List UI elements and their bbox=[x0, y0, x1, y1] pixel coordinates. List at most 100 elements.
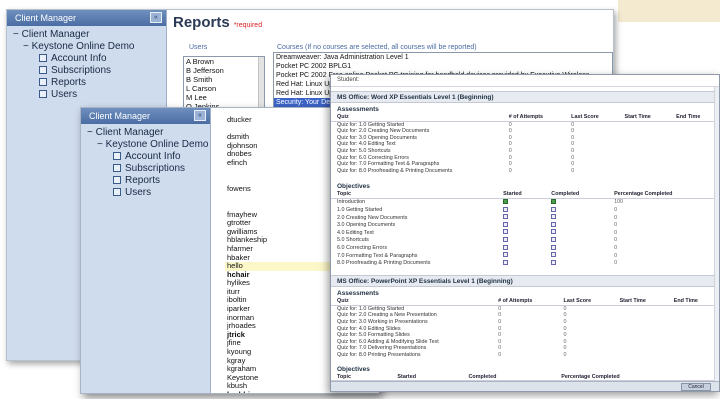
attempts-cell: 0 bbox=[508, 167, 512, 174]
column-header: Last Score bbox=[565, 114, 619, 122]
report-scrollbar[interactable] bbox=[714, 87, 719, 381]
table-row: Quiz for: 5.0 Formatting Slides 0 0 bbox=[331, 332, 719, 339]
tree-root-2[interactable]: − Client Manager bbox=[87, 127, 210, 139]
cancel-button[interactable]: Cancel bbox=[681, 383, 711, 391]
end-cell bbox=[670, 135, 719, 142]
start-cell bbox=[619, 155, 671, 162]
tree-item-subscriptions-2[interactable]: Subscriptions bbox=[87, 163, 210, 175]
end-cell bbox=[670, 128, 719, 135]
score-cell: 0 bbox=[563, 345, 567, 352]
user-option[interactable]: A Brown bbox=[184, 57, 264, 66]
start-cell bbox=[614, 319, 668, 326]
user-option[interactable]: B Jefferson bbox=[184, 66, 264, 75]
completed-cell bbox=[545, 214, 608, 222]
topic-cell: 4.0 Editing Text bbox=[337, 229, 374, 236]
start-cell bbox=[614, 352, 668, 359]
tree-item-account-info[interactable]: Account Info bbox=[13, 53, 166, 65]
user-option[interactable]: M Lee bbox=[184, 93, 264, 102]
tree-item-subscriptions[interactable]: Subscriptions bbox=[13, 65, 166, 77]
checkbox-icon bbox=[551, 198, 557, 204]
quiz-name: Quiz for: 7.0 Delivering Presentations bbox=[337, 345, 427, 352]
table-row: 8.0 Proofreading & Printing Documents 0 bbox=[331, 259, 719, 268]
checkbox-icon bbox=[503, 252, 509, 258]
column-header: End Time bbox=[670, 114, 719, 122]
tree-item-reports-2[interactable]: Reports bbox=[87, 175, 210, 187]
collapse-icon-2[interactable]: « bbox=[194, 110, 206, 121]
sidebar-2: Client Manager « − Client Manager − Keys… bbox=[81, 108, 211, 393]
score-cell: 0 bbox=[571, 121, 575, 128]
tree-org[interactable]: − Keystone Online Demo bbox=[13, 41, 166, 53]
tree-item-reports[interactable]: Reports bbox=[13, 77, 166, 89]
started-cell bbox=[497, 221, 545, 230]
score-cell: 0 bbox=[563, 305, 567, 312]
column-header: Started bbox=[497, 191, 546, 199]
attempts-cell: 0 bbox=[498, 332, 502, 339]
user-option[interactable]: L Carson bbox=[184, 84, 264, 93]
start-cell bbox=[614, 312, 668, 319]
table-row: Quiz for: 4.0 Editing Slides 0 0 bbox=[331, 326, 719, 333]
quiz-name: Quiz for: 5.0 Shortcuts bbox=[337, 147, 391, 154]
started-cell bbox=[497, 198, 545, 206]
course-option[interactable]: Pocket PC 2002 BPLG1 bbox=[274, 62, 612, 71]
column-header: # of Attempts bbox=[502, 114, 566, 122]
table-row: Quiz for: 4.0 Editing Text 0 0 bbox=[331, 141, 719, 148]
column-header: # of Attempts bbox=[492, 298, 558, 306]
checkbox-icon bbox=[503, 244, 509, 250]
end-cell bbox=[670, 141, 719, 148]
checkbox-icon bbox=[503, 198, 509, 204]
assessments-table: Quiz # of Attempts Last Score Start Time End… bbox=[331, 114, 719, 174]
percent-cell: 0 bbox=[614, 245, 618, 251]
table-row: Introduction 100 bbox=[331, 198, 719, 206]
score-cell: 0 bbox=[571, 141, 575, 148]
tree-item-users-2[interactable]: Users bbox=[87, 187, 210, 199]
subscriptions-icon bbox=[113, 164, 121, 172]
score-cell: 0 bbox=[571, 154, 575, 161]
column-header: Topic bbox=[331, 191, 498, 199]
table-row: 2.0 Creating New Documents 0 bbox=[331, 214, 719, 222]
checkbox-icon bbox=[503, 236, 509, 242]
course-option[interactable]: Dreamweaver: Java Administration Level 1 bbox=[274, 53, 612, 62]
started-cell bbox=[497, 214, 545, 222]
tree-item-users[interactable]: Users bbox=[13, 89, 166, 101]
attempts-cell: 0 bbox=[508, 128, 512, 135]
table-row: 4.0 Editing Text 0 bbox=[331, 229, 719, 237]
attempts-cell: 0 bbox=[498, 325, 502, 332]
started-cell bbox=[497, 236, 545, 245]
completed-cell bbox=[545, 198, 608, 206]
section-title-2: MS Office: PowerPoint XP Essentials Leve… bbox=[331, 275, 719, 288]
report-window: Student: MS Office: Word XP Essentials L… bbox=[330, 74, 720, 392]
required-note: *required bbox=[233, 22, 263, 29]
quiz-name: Quiz for: 1.0 Getting Started bbox=[337, 121, 405, 128]
completed-cell bbox=[545, 259, 608, 268]
quiz-name: Quiz for: 3.0 Opening Documents bbox=[337, 134, 418, 141]
score-cell: 0 bbox=[563, 332, 567, 339]
user-option[interactable]: B Smith bbox=[184, 75, 264, 84]
attempts-cell: 0 bbox=[508, 134, 512, 141]
checkbox-icon bbox=[551, 259, 557, 265]
quiz-name: Quiz for: 4.0 Editing Slides bbox=[337, 325, 401, 332]
tree-item-account-info-2[interactable]: Account Info bbox=[87, 151, 210, 163]
users-icon bbox=[113, 188, 121, 196]
checkbox-icon bbox=[551, 214, 557, 220]
column-header: Percentage Completed bbox=[608, 191, 719, 199]
tree-root[interactable]: − Client Manager bbox=[13, 29, 166, 41]
tree-org-2[interactable]: − Keystone Online Demo bbox=[87, 139, 210, 151]
attempts-cell: 0 bbox=[498, 352, 502, 359]
completed-cell bbox=[545, 206, 608, 215]
objectives-title-2: Objectives bbox=[337, 365, 370, 373]
score-cell: 0 bbox=[571, 128, 575, 135]
table-row: Quiz for: 8.0 Proofreading & Printing Do… bbox=[331, 168, 719, 175]
sidebar-header: Client Manager « bbox=[7, 10, 166, 26]
column-header: Completed bbox=[545, 191, 609, 199]
end-cell bbox=[668, 352, 719, 359]
collapse-icon[interactable]: « bbox=[150, 12, 162, 23]
quiz-name: Quiz for: 8.0 Proofreading & Printing Do… bbox=[337, 167, 453, 174]
percent-cell: 0 bbox=[614, 237, 618, 244]
end-cell bbox=[670, 155, 719, 162]
report-header: Student: bbox=[331, 75, 719, 87]
attempts-cell: 0 bbox=[498, 319, 502, 326]
table-row: Quiz for: 2.0 Creating New Documents 0 0 bbox=[331, 128, 719, 135]
completed-cell bbox=[545, 244, 608, 253]
checkbox-icon bbox=[503, 259, 509, 265]
quiz-name: Quiz for: 2.0 Creating a New Presentatio… bbox=[337, 312, 437, 319]
